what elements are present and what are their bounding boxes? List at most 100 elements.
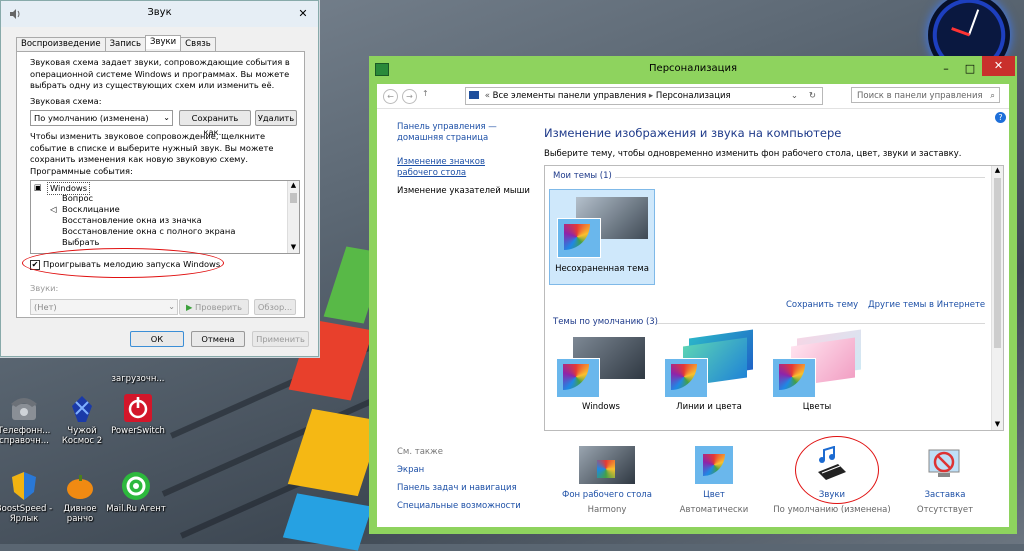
desktop-icon-mailru[interactable]: Mail.Ru Агент <box>106 470 166 514</box>
minimize-icon[interactable]: – <box>934 56 958 82</box>
events-label: Программные события: <box>30 166 133 176</box>
desktop-icon-label: PowerSwitch <box>111 426 165 436</box>
theme-lines-colors[interactable]: Линии и цвета <box>659 329 759 412</box>
wallpaper-icon <box>579 446 635 484</box>
theme-flowers[interactable]: Цветы <box>767 329 867 412</box>
see-also-display[interactable]: Экран <box>397 465 424 476</box>
sound-select[interactable]: (Нет) ⌄ <box>30 299 178 315</box>
play-icon: ▶ <box>186 302 196 312</box>
up-icon[interactable]: ↑ <box>422 89 429 98</box>
chevron-down-icon: ⌄ <box>168 302 175 311</box>
window-body: ← → ↑ « Все элементы панели управления ▸… <box>377 84 1009 527</box>
group-default-themes: Темы по умолчанию (3) <box>553 317 658 327</box>
desktop-icon-phone[interactable]: Телефонн... справочн... <box>0 392 54 446</box>
theme-thumbnail <box>552 194 652 258</box>
search-icon[interactable]: ⌕ <box>990 88 995 104</box>
nav-mouse-pointers[interactable]: Изменение указателей мыши <box>397 186 530 197</box>
test-button[interactable]: ▶ Проверить <box>179 299 249 315</box>
theme-label: Несохраненная тема <box>555 264 649 274</box>
chevron-down-icon: ⌄ <box>163 113 170 122</box>
themes-list: Мои темы (1) Несохраненная тема Сохранит… <box>544 165 1004 431</box>
phone-icon <box>8 392 40 424</box>
nav-desktop-icons[interactable]: Изменение значков рабочего стола <box>397 157 507 179</box>
dialog-titlebar[interactable]: Звук ✕ <box>1 1 318 27</box>
tab-sounds[interactable]: Звуки <box>145 35 182 49</box>
desktop-icon-powerswitch[interactable]: PowerSwitch <box>108 392 168 436</box>
option-title: Цвет <box>703 490 725 500</box>
apply-button[interactable]: Применить <box>252 331 309 347</box>
tab-recording[interactable]: Запись <box>104 37 146 51</box>
scrollbar[interactable]: ▲ ▼ <box>287 181 299 253</box>
scheme-description: Звуковая схема задает звуки, сопровождаю… <box>30 57 290 90</box>
red-annotation <box>22 248 224 278</box>
tab-communications[interactable]: Связь <box>180 37 216 51</box>
address-bar: ← → ↑ « Все элементы панели управления ▸… <box>377 84 1009 109</box>
theme-thumbnail <box>767 329 867 398</box>
option-value: Отсутствует <box>916 505 974 515</box>
theme-windows[interactable]: Windows <box>551 334 651 412</box>
help-icon[interactable]: ? <box>995 112 1006 123</box>
scheme-select[interactable]: По умолчанию (изменена) ⌄ <box>30 110 173 126</box>
save-as-button[interactable]: Сохранить как... <box>179 110 251 137</box>
option-value: Автоматически <box>679 505 749 515</box>
chevron-down-icon[interactable]: ⌄ <box>791 88 798 104</box>
list-item[interactable]: Восстановление окна из значка <box>62 215 202 226</box>
breadcrumb-separator: « <box>484 91 490 101</box>
forward-icon[interactable]: → <box>402 89 417 104</box>
theme-label: Windows <box>582 402 620 412</box>
refresh-icon[interactable]: ↻ <box>809 88 816 104</box>
list-item[interactable]: Выбрать <box>62 237 99 248</box>
sound-dialog: Звук ✕ Воспроизведение Запись Звуки Связ… <box>0 0 319 357</box>
color-option[interactable]: Цвет Автоматически <box>669 446 759 515</box>
breadcrumb[interactable]: « Все элементы панели управления ▸ Персо… <box>465 87 823 105</box>
divider <box>615 177 985 178</box>
close-icon[interactable]: ✕ <box>296 7 310 21</box>
see-also-accessibility[interactable]: Специальные возможности <box>397 501 521 512</box>
close-icon[interactable]: ✕ <box>982 56 1015 76</box>
desktop-icon-alien[interactable]: Чужой Космос 2 <box>52 392 112 446</box>
desktop-icon-boostspeed[interactable]: BoostSpeed - Ярлык <box>0 470 54 524</box>
option-title: Фон рабочего стола <box>562 490 652 500</box>
back-icon[interactable]: ← <box>383 89 398 104</box>
see-also-taskbar[interactable]: Панель задач и навигация <box>397 483 517 494</box>
group-my-themes: Мои темы (1) <box>553 171 612 181</box>
window-title: Персонализация <box>649 63 737 74</box>
theme-unsaved[interactable]: Несохраненная тема <box>549 189 655 285</box>
maximize-icon[interactable]: □ <box>958 56 982 82</box>
theme-label: Линии и цвета <box>676 402 742 412</box>
browse-button[interactable]: Обзор... <box>254 299 296 315</box>
desktop-icon-ranch[interactable]: Дивное ранчо <box>50 470 110 524</box>
desktop-background-option[interactable]: Фон рабочего стола Harmony <box>552 446 662 515</box>
list-item[interactable]: Восклицание <box>62 204 120 215</box>
breadcrumb-item[interactable]: Персонализация <box>656 91 731 101</box>
list-item[interactable]: Вопрос <box>62 193 93 204</box>
dialog-tabs: Воспроизведение Запись Звуки Связь <box>16 35 216 51</box>
ok-button[interactable]: ОК <box>130 331 184 347</box>
cancel-button[interactable]: Отмена <box>191 331 245 347</box>
page-title: Изменение изображения и звука на компьют… <box>544 126 842 140</box>
save-theme-link[interactable]: Сохранить тему <box>786 300 858 310</box>
personalization-window: Персонализация – □ ✕ ← → ↑ « Все элемент… <box>369 56 1017 534</box>
divider <box>657 323 985 324</box>
list-item[interactable]: Восстановление окна с полного экрана <box>62 226 235 237</box>
more-themes-link[interactable]: Другие темы в Интернете <box>868 300 985 310</box>
scrollbar[interactable]: ▲ ▼ <box>991 166 1003 430</box>
delete-button[interactable]: Удалить <box>255 110 297 126</box>
events-list[interactable]: ▣ Windows Вопрос ◁ Восклицание Восстанов… <box>30 180 300 254</box>
nav-control-panel-home[interactable]: Панель управления — домашняя страница <box>397 122 497 144</box>
sound-select-value: (Нет) <box>34 302 57 312</box>
red-annotation <box>795 436 879 504</box>
page-subtitle: Выберите тему, чтобы одновременно измени… <box>544 149 962 159</box>
desktop-icon-label: BoostSpeed - Ярлык <box>0 504 53 524</box>
sounds-label: Звуки: <box>30 283 59 293</box>
color-icon <box>695 446 733 484</box>
search-input[interactable]: Поиск в панели управления ⌕ <box>851 87 1000 103</box>
instructions-text: Чтобы изменить звуковое сопровождение, щ… <box>30 131 274 164</box>
desktop-icon-label: Дивное ранчо <box>63 504 97 524</box>
breadcrumb-item[interactable]: Все элементы панели управления <box>493 91 647 101</box>
scheme-label: Звуковая схема: <box>30 96 102 106</box>
shield-icon <box>8 470 40 502</box>
screensaver-option[interactable]: Заставка Отсутствует <box>905 446 985 515</box>
tab-playback[interactable]: Воспроизведение <box>16 37 106 51</box>
test-button-label: Проверить <box>195 302 242 312</box>
